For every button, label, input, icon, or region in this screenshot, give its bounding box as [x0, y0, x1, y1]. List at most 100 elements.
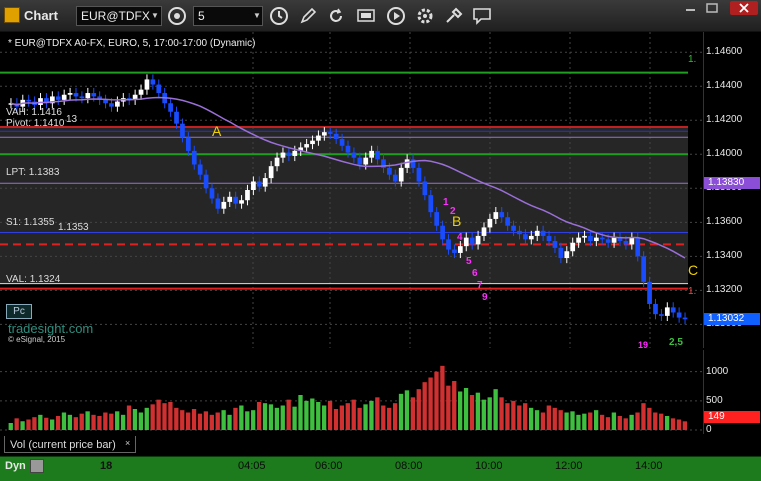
volume-bar: [14, 418, 19, 430]
price-chart[interactable]: [0, 32, 703, 348]
volume-bar: [150, 404, 155, 430]
candle-body: [209, 188, 215, 199]
candle-body: [582, 235, 587, 238]
clock-icon[interactable]: [268, 6, 290, 26]
volume-bar: [422, 382, 427, 430]
interval-settings-icon[interactable]: [167, 6, 187, 26]
candle-body: [221, 201, 227, 209]
dyn-mode-label[interactable]: Dyn: [5, 460, 26, 472]
volume-bar: [79, 413, 84, 430]
candle-body: [363, 157, 369, 165]
candle-body: [593, 237, 599, 242]
volume-bar: [185, 412, 191, 430]
close-icon[interactable]: ×: [125, 438, 130, 448]
candle-body: [185, 137, 191, 151]
minimize-icon[interactable]: [682, 2, 702, 14]
candle-body: [540, 230, 546, 236]
candle-body: [150, 79, 156, 85]
cursor-tool-icon[interactable]: [355, 6, 377, 26]
candle-body: [168, 103, 173, 112]
maximize-icon[interactable]: [703, 2, 723, 14]
volume-bar: [357, 407, 362, 430]
volume-bar: [475, 392, 481, 430]
volume-bar: [517, 405, 522, 430]
candle-body: [61, 94, 67, 100]
volume-bar: [392, 403, 398, 430]
volume-bar: [251, 410, 256, 430]
volume-bar: [138, 412, 143, 430]
volume-bar: [499, 397, 504, 430]
candle-body: [38, 98, 43, 105]
volume-chart[interactable]: [0, 350, 703, 434]
volume-bar: [599, 414, 605, 430]
volume-bar: [73, 417, 78, 430]
candle-body: [180, 123, 185, 138]
candle-body: [304, 144, 309, 148]
chevron-down-icon[interactable]: ▼: [148, 6, 162, 26]
candle-body: [664, 307, 670, 316]
volume-bar: [623, 418, 628, 430]
chart-app-icon: [4, 7, 20, 23]
marker-a: A: [212, 123, 222, 139]
volume-bar: [274, 407, 279, 430]
volume-bar: [191, 409, 197, 430]
candle-body: [79, 96, 85, 99]
price-tick-label: 1.14200: [706, 114, 743, 126]
zoom-icon[interactable]: [30, 459, 44, 473]
candle-body: [156, 84, 162, 94]
volume-bar: [262, 403, 268, 430]
candle-body: [564, 251, 570, 259]
candle-body: [623, 241, 629, 245]
candle-body: [635, 237, 641, 257]
volume-bar: [256, 402, 262, 430]
volume-bar: [398, 393, 404, 430]
bar-count-25: 2,5: [669, 337, 683, 348]
volume-bar: [132, 409, 138, 430]
refresh-icon[interactable]: [325, 6, 347, 26]
volume-bar: [416, 389, 421, 430]
chevron-down-icon[interactable]: ▼: [250, 6, 264, 26]
volume-bar: [682, 421, 687, 430]
volume-bar: [404, 390, 410, 430]
candle-body: [499, 212, 505, 218]
volume-bar: [463, 388, 469, 430]
candle-body: [256, 181, 262, 187]
volume-bar: [168, 402, 173, 430]
candle-body: [475, 235, 481, 245]
volume-bar: [605, 417, 611, 430]
candle-body: [599, 237, 605, 240]
level-extra-label: 13: [66, 114, 78, 125]
day-label: 18: [100, 460, 113, 472]
candle-body: [26, 99, 32, 102]
marker-c: C: [688, 262, 699, 278]
candle-body: [339, 138, 345, 146]
candle-body: [422, 181, 428, 196]
candle-body: [629, 237, 635, 245]
candle-body: [280, 152, 286, 158]
right-edge-label: 1.: [688, 54, 697, 65]
volume-bar: [197, 413, 203, 430]
volume-bar: [546, 405, 551, 430]
pencil-icon[interactable]: [297, 6, 319, 26]
volume-bar: [203, 411, 209, 430]
candle-body: [85, 93, 91, 99]
pc-button[interactable]: Pc: [6, 304, 32, 319]
volume-bar: [109, 413, 114, 430]
volume-bar: [410, 397, 415, 430]
candle-body: [511, 225, 516, 231]
volume-bar: [381, 405, 386, 430]
time-tick-label: 10:00: [475, 460, 503, 472]
volume-bar: [487, 397, 492, 430]
candle-body: [428, 195, 434, 213]
settings-icon[interactable]: [414, 6, 436, 26]
volume-bar: [588, 412, 593, 430]
tools-icon[interactable]: [443, 6, 465, 26]
bar-count-9: 9: [482, 292, 488, 303]
volume-bar: [38, 414, 43, 430]
close-icon[interactable]: [730, 1, 758, 15]
candle-body: [55, 96, 61, 100]
comment-icon[interactable]: [471, 6, 493, 26]
volume-bar: [440, 365, 445, 430]
play-icon[interactable]: [385, 6, 407, 26]
val-label: VAL: 1.1324: [6, 274, 61, 285]
